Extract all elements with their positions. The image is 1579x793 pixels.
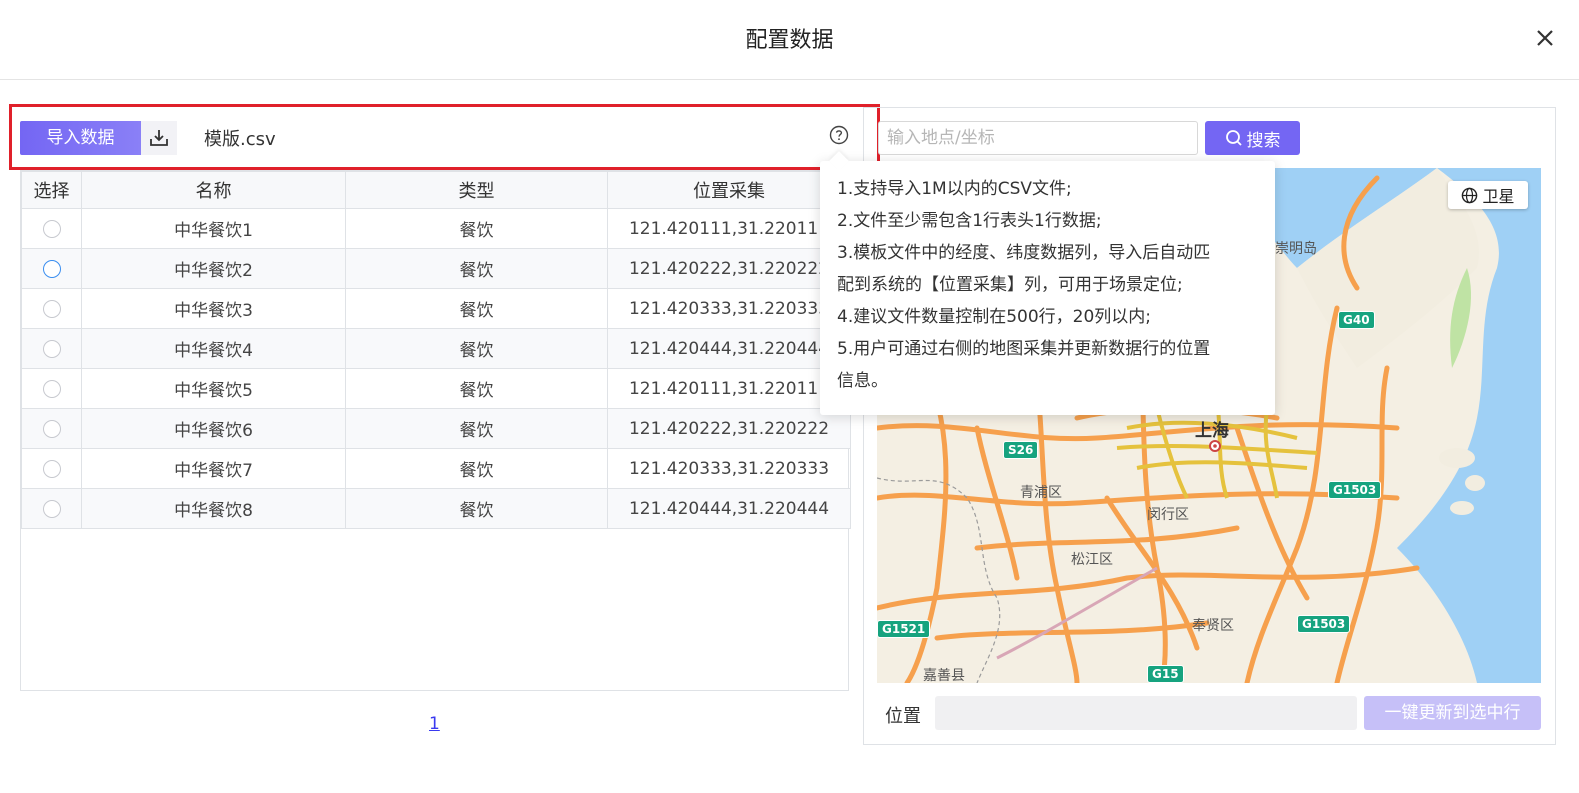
type-cell: 餐饮 bbox=[345, 368, 608, 409]
table-header-row: 选择 名称 类型 位置采集 bbox=[21, 171, 851, 209]
select-cell bbox=[21, 208, 82, 249]
pagination-page[interactable]: 1 bbox=[429, 714, 440, 734]
search-button[interactable]: 搜索 bbox=[1205, 121, 1300, 155]
road-shield-g1503-south: G1503 bbox=[1297, 615, 1351, 633]
dialog-header: 配置数据 bbox=[0, 0, 1579, 80]
location-cell: 121.420222,31.220222 bbox=[607, 408, 851, 449]
name-cell: 中华餐饮6 bbox=[81, 408, 346, 449]
map-label-jiashan: 嘉善县 bbox=[923, 668, 965, 683]
type-cell: 餐饮 bbox=[345, 448, 608, 489]
map-label-qingpu: 青浦区 bbox=[1020, 485, 1062, 501]
row-select-radio[interactable] bbox=[42, 299, 61, 318]
name-cell: 中华餐饮7 bbox=[81, 448, 346, 489]
update-selected-row-button[interactable]: 一键更新到选中行 bbox=[1364, 696, 1541, 730]
column-header-select: 选择 bbox=[21, 171, 82, 209]
name-cell: 中华餐饮2 bbox=[81, 248, 346, 289]
table-row[interactable]: 中华餐饮7 餐饮 121.420333,31.220333 bbox=[21, 448, 851, 489]
table-row[interactable]: 中华餐饮6 餐饮 121.420222,31.220222 bbox=[21, 408, 851, 449]
tooltip-line: 1.支持导入1M以内的CSV文件; bbox=[837, 179, 1072, 199]
select-cell bbox=[21, 328, 82, 369]
select-cell bbox=[21, 448, 82, 489]
select-cell bbox=[21, 488, 82, 529]
map-label-chongming: 崇明岛 bbox=[1275, 241, 1317, 257]
location-cell: 121.420111,31.220111 bbox=[607, 368, 851, 409]
location-cell: 121.420333,31.220333 bbox=[607, 288, 851, 329]
location-cell: 121.420444,31.220444 bbox=[607, 488, 851, 529]
table-row[interactable]: 中华餐饮3 餐饮 121.420333,31.220333 bbox=[21, 288, 851, 329]
download-template-button[interactable] bbox=[141, 121, 177, 155]
column-header-location: 位置采集 bbox=[607, 171, 851, 209]
tooltip-line: 信息。 bbox=[837, 371, 888, 391]
name-cell: 中华餐饮8 bbox=[81, 488, 346, 529]
search-icon bbox=[1225, 130, 1242, 146]
select-cell bbox=[21, 368, 82, 409]
tooltip-line: 4.建议文件数量控制在500行，20列以内; bbox=[837, 307, 1152, 327]
location-cell: 121.420222,31.220222 bbox=[607, 248, 851, 289]
type-cell: 餐饮 bbox=[345, 328, 608, 369]
tooltip-line: 3.模板文件中的经度、纬度数据列，导入后自动匹 bbox=[837, 243, 1211, 263]
select-cell bbox=[21, 288, 82, 329]
download-icon bbox=[150, 130, 168, 146]
row-select-radio[interactable] bbox=[42, 379, 61, 398]
tooltip-line: 配到系统的【位置采集】列，可用于场景定位; bbox=[837, 275, 1183, 295]
map-label-fengxian: 奉贤区 bbox=[1192, 618, 1234, 634]
type-cell: 餐饮 bbox=[345, 248, 608, 289]
name-cell: 中华餐饮1 bbox=[81, 208, 346, 249]
name-cell: 中华餐饮3 bbox=[81, 288, 346, 329]
template-file-name[interactable]: 模版.csv bbox=[204, 125, 276, 151]
help-tooltip: 1.支持导入1M以内的CSV文件; 2.文件至少需包含1行表头1行数据; 3.模… bbox=[820, 161, 1275, 415]
import-data-button[interactable]: 导入数据 bbox=[20, 121, 141, 155]
location-cell: 121.420111,31.220111 bbox=[607, 208, 851, 249]
satellite-toggle-label: 卫星 bbox=[1482, 187, 1515, 206]
column-header-type: 类型 bbox=[345, 171, 608, 209]
map-label-minhang: 闵行区 bbox=[1147, 507, 1189, 523]
type-cell: 餐饮 bbox=[345, 488, 608, 529]
globe-icon bbox=[1462, 187, 1478, 203]
location-search-input[interactable] bbox=[878, 121, 1198, 155]
location-label: 位置 bbox=[885, 706, 921, 727]
table-row[interactable]: 中华餐饮8 餐饮 121.420444,31.220444 bbox=[21, 488, 851, 529]
type-cell: 餐饮 bbox=[345, 288, 608, 329]
type-cell: 餐饮 bbox=[345, 408, 608, 449]
data-table: 选择 名称 类型 位置采集 中华餐饮1 餐饮 121.420111,31.22011… bbox=[20, 170, 851, 691]
table-row[interactable]: 中华餐饮2 餐饮 121.420222,31.220222 bbox=[21, 248, 851, 289]
location-cell: 121.420444,31.220444 bbox=[607, 328, 851, 369]
tooltip-line: 2.文件至少需包含1行表头1行数据; bbox=[837, 211, 1102, 231]
location-cell: 121.420333,31.220333 bbox=[607, 448, 851, 489]
map-label-songjiang: 松江区 bbox=[1071, 552, 1113, 568]
row-select-radio[interactable] bbox=[42, 459, 61, 478]
select-cell bbox=[21, 248, 82, 289]
select-cell bbox=[21, 408, 82, 449]
satellite-toggle-button[interactable]: 卫星 bbox=[1448, 181, 1528, 209]
tooltip-line: 5.用户可通过右侧的地图采集并更新数据行的位置 bbox=[837, 339, 1211, 359]
row-select-radio[interactable] bbox=[42, 259, 61, 278]
row-select-radio[interactable] bbox=[42, 419, 61, 438]
table-row[interactable]: 中华餐饮5 餐饮 121.420111,31.220111 bbox=[21, 368, 851, 409]
row-select-radio[interactable] bbox=[42, 339, 61, 358]
close-icon[interactable] bbox=[1533, 26, 1557, 50]
search-button-label: 搜索 bbox=[1246, 130, 1281, 151]
row-select-radio[interactable] bbox=[42, 219, 61, 238]
name-cell: 中华餐饮5 bbox=[81, 368, 346, 409]
name-cell: 中华餐饮4 bbox=[81, 328, 346, 369]
table-row[interactable]: 中华餐饮4 餐饮 121.420444,31.220444 bbox=[21, 328, 851, 369]
road-shield-s26: S26 bbox=[1003, 441, 1039, 459]
table-row[interactable]: 中华餐饮1 餐饮 121.420111,31.220111 bbox=[21, 208, 851, 249]
dialog-title: 配置数据 bbox=[745, 28, 834, 53]
type-cell: 餐饮 bbox=[345, 208, 608, 249]
help-icon[interactable] bbox=[829, 125, 849, 145]
road-shield-g1503-north: G1503 bbox=[1328, 481, 1382, 499]
map-label-shanghai: 上海 bbox=[1195, 421, 1229, 441]
road-shield-g40: G40 bbox=[1338, 311, 1375, 329]
column-header-name: 名称 bbox=[81, 171, 346, 209]
road-shield-g15: G15 bbox=[1147, 665, 1184, 683]
road-shield-g1521: G1521 bbox=[877, 620, 931, 638]
location-value-field[interactable] bbox=[935, 696, 1357, 730]
row-select-radio[interactable] bbox=[42, 499, 61, 518]
